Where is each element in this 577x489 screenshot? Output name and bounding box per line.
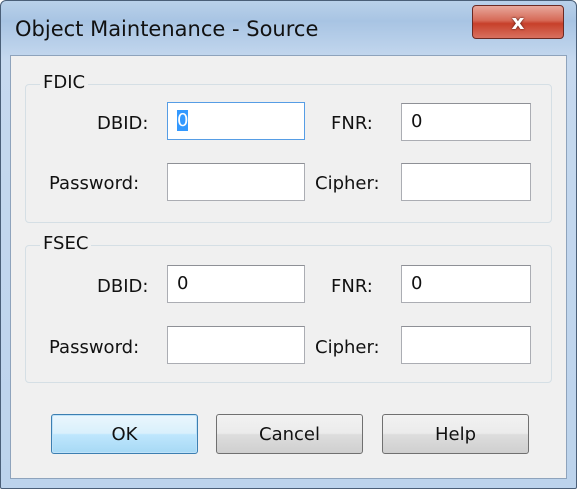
dialog-window: Object Maintenance - Source x FDIC DBID:… [0,0,577,489]
help-button[interactable]: Help [382,414,529,454]
fsec-password-input[interactable] [167,326,305,364]
fdic-fnr-input[interactable]: 0 [401,103,531,141]
fsec-fnr-label: FNR: [331,276,373,297]
window-title: Object Maintenance - Source [15,17,319,41]
fdic-dbid-label: DBID: [97,113,149,134]
title-bar[interactable]: Object Maintenance - Source x [1,1,576,61]
fdic-password-label: Password: [49,173,140,194]
fsec-legend: FSEC [40,233,92,254]
fdic-dbid-input[interactable]: 0 [167,102,305,140]
fsec-dbid-input[interactable]: 0 [167,265,305,303]
fdic-cipher-input[interactable] [401,163,531,201]
close-button[interactable]: x [472,5,564,39]
fdic-legend: FDIC [40,72,89,93]
fsec-password-label: Password: [49,337,140,358]
cancel-button[interactable]: Cancel [216,414,363,454]
fdic-cipher-label: Cipher: [315,173,380,194]
ok-button[interactable]: OK [51,414,198,454]
fsec-cipher-label: Cipher: [315,337,380,358]
fdic-fnr-label: FNR: [331,113,373,134]
close-icon: x [511,10,525,34]
fdic-password-input[interactable] [167,163,305,201]
fdic-dbid-value: 0 [177,110,189,131]
fsec-fnr-input[interactable]: 0 [401,265,531,303]
fsec-cipher-input[interactable] [401,326,531,364]
fsec-dbid-label: DBID: [97,276,149,297]
